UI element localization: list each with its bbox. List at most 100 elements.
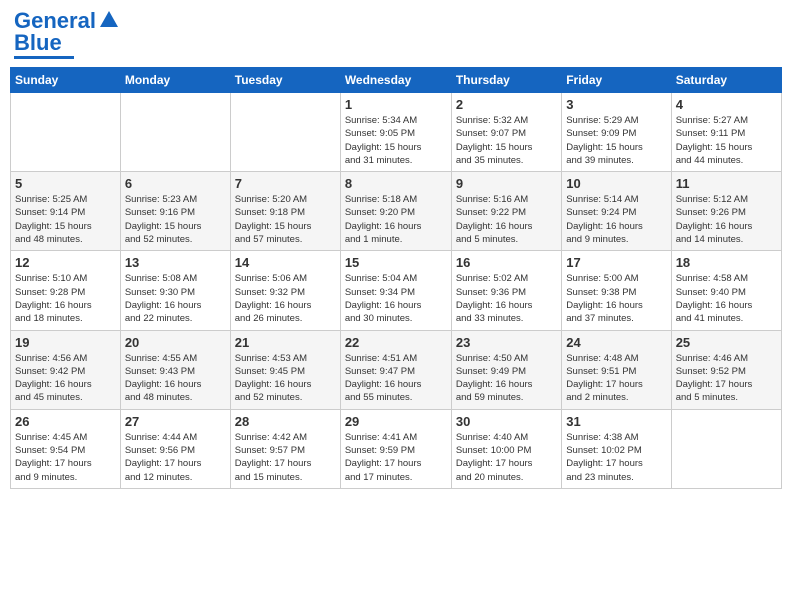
calendar-cell: [230, 93, 340, 172]
calendar-header-row: SundayMondayTuesdayWednesdayThursdayFrid…: [11, 68, 782, 93]
logo-text2: Blue: [14, 32, 62, 54]
day-info: Sunrise: 4:50 AM Sunset: 9:49 PM Dayligh…: [456, 352, 557, 405]
day-number: 6: [125, 176, 226, 191]
calendar-cell: 19 Sunrise: 4:56 AM Sunset: 9:42 PM Dayli…: [11, 330, 121, 409]
day-info: Sunrise: 5:23 AM Sunset: 9:16 PM Dayligh…: [125, 193, 226, 246]
calendar-cell: 10 Sunrise: 5:14 AM Sunset: 9:24 PM Dayli…: [562, 172, 671, 251]
calendar-cell: 3 Sunrise: 5:29 AM Sunset: 9:09 PM Daylig…: [562, 93, 671, 172]
day-info: Sunrise: 5:14 AM Sunset: 9:24 PM Dayligh…: [566, 193, 666, 246]
calendar-cell: 21 Sunrise: 4:53 AM Sunset: 9:45 PM Dayli…: [230, 330, 340, 409]
day-info: Sunrise: 4:55 AM Sunset: 9:43 PM Dayligh…: [125, 352, 226, 405]
day-number: 29: [345, 414, 447, 429]
day-info: Sunrise: 4:56 AM Sunset: 9:42 PM Dayligh…: [15, 352, 116, 405]
logo-underline: [14, 56, 74, 59]
day-number: 21: [235, 335, 336, 350]
week-row-5: 26 Sunrise: 4:45 AM Sunset: 9:54 PM Dayli…: [11, 409, 782, 488]
calendar-cell: 5 Sunrise: 5:25 AM Sunset: 9:14 PM Daylig…: [11, 172, 121, 251]
day-info: Sunrise: 4:58 AM Sunset: 9:40 PM Dayligh…: [676, 272, 777, 325]
calendar-cell: 6 Sunrise: 5:23 AM Sunset: 9:16 PM Daylig…: [120, 172, 230, 251]
calendar-cell: 27 Sunrise: 4:44 AM Sunset: 9:56 PM Dayli…: [120, 409, 230, 488]
calendar-cell: 30 Sunrise: 4:40 AM Sunset: 10:00 PM Dayl…: [451, 409, 561, 488]
day-number: 27: [125, 414, 226, 429]
day-number: 2: [456, 97, 557, 112]
calendar-cell: 7 Sunrise: 5:20 AM Sunset: 9:18 PM Daylig…: [230, 172, 340, 251]
day-number: 24: [566, 335, 666, 350]
day-number: 26: [15, 414, 116, 429]
day-number: 12: [15, 255, 116, 270]
day-number: 23: [456, 335, 557, 350]
day-number: 25: [676, 335, 777, 350]
day-number: 1: [345, 97, 447, 112]
day-number: 30: [456, 414, 557, 429]
day-info: Sunrise: 5:29 AM Sunset: 9:09 PM Dayligh…: [566, 114, 666, 167]
calendar-cell: 17Sunrise: 5:00 AM Sunset: 9:38 PM Dayli…: [562, 251, 671, 330]
day-info: Sunrise: 5:18 AM Sunset: 9:20 PM Dayligh…: [345, 193, 447, 246]
day-info: Sunrise: 4:44 AM Sunset: 9:56 PM Dayligh…: [125, 431, 226, 484]
calendar-cell: 26 Sunrise: 4:45 AM Sunset: 9:54 PM Dayli…: [11, 409, 121, 488]
calendar-cell: 28Sunrise: 4:42 AM Sunset: 9:57 PM Dayli…: [230, 409, 340, 488]
day-number: 17: [566, 255, 666, 270]
day-info: Sunrise: 5:10 AM Sunset: 9:28 PM Dayligh…: [15, 272, 116, 325]
day-info: Sunrise: 5:20 AM Sunset: 9:18 PM Dayligh…: [235, 193, 336, 246]
day-number: 16: [456, 255, 557, 270]
day-info: Sunrise: 4:51 AM Sunset: 9:47 PM Dayligh…: [345, 352, 447, 405]
calendar-cell: 16 Sunrise: 5:02 AM Sunset: 9:36 PM Dayli…: [451, 251, 561, 330]
week-row-3: 12 Sunrise: 5:10 AM Sunset: 9:28 PM Dayli…: [11, 251, 782, 330]
calendar-cell: [671, 409, 781, 488]
day-number: 3: [566, 97, 666, 112]
day-number: 4: [676, 97, 777, 112]
day-info: Sunrise: 4:38 AM Sunset: 10:02 PM Daylig…: [566, 431, 666, 484]
day-number: 22: [345, 335, 447, 350]
day-number: 10: [566, 176, 666, 191]
week-row-4: 19 Sunrise: 4:56 AM Sunset: 9:42 PM Dayli…: [11, 330, 782, 409]
day-info: Sunrise: 4:46 AM Sunset: 9:52 PM Dayligh…: [676, 352, 777, 405]
col-header-monday: Monday: [120, 68, 230, 93]
day-info: Sunrise: 4:48 AM Sunset: 9:51 PM Dayligh…: [566, 352, 666, 405]
calendar-cell: 25 Sunrise: 4:46 AM Sunset: 9:52 PM Dayli…: [671, 330, 781, 409]
calendar-cell: [120, 93, 230, 172]
day-info: Sunrise: 5:32 AM Sunset: 9:07 PM Dayligh…: [456, 114, 557, 167]
day-number: 31: [566, 414, 666, 429]
day-info: Sunrise: 5:08 AM Sunset: 9:30 PM Dayligh…: [125, 272, 226, 325]
calendar-cell: [11, 93, 121, 172]
day-info: Sunrise: 5:16 AM Sunset: 9:22 PM Dayligh…: [456, 193, 557, 246]
logo: General Blue: [14, 10, 120, 59]
day-number: 7: [235, 176, 336, 191]
col-header-thursday: Thursday: [451, 68, 561, 93]
calendar-cell: 13Sunrise: 5:08 AM Sunset: 9:30 PM Dayli…: [120, 251, 230, 330]
logo-text: General: [14, 10, 96, 32]
header: General Blue: [10, 10, 782, 59]
day-number: 5: [15, 176, 116, 191]
week-row-2: 5 Sunrise: 5:25 AM Sunset: 9:14 PM Daylig…: [11, 172, 782, 251]
day-number: 8: [345, 176, 447, 191]
calendar-cell: 14Sunrise: 5:06 AM Sunset: 9:32 PM Dayli…: [230, 251, 340, 330]
calendar-cell: 23 Sunrise: 4:50 AM Sunset: 9:49 PM Dayli…: [451, 330, 561, 409]
day-number: 19: [15, 335, 116, 350]
calendar-cell: 9Sunrise: 5:16 AM Sunset: 9:22 PM Daylig…: [451, 172, 561, 251]
day-info: Sunrise: 4:53 AM Sunset: 9:45 PM Dayligh…: [235, 352, 336, 405]
logo-icon: [98, 9, 120, 31]
day-info: Sunrise: 5:02 AM Sunset: 9:36 PM Dayligh…: [456, 272, 557, 325]
day-info: Sunrise: 5:25 AM Sunset: 9:14 PM Dayligh…: [15, 193, 116, 246]
calendar-cell: 20 Sunrise: 4:55 AM Sunset: 9:43 PM Dayli…: [120, 330, 230, 409]
day-info: Sunrise: 5:12 AM Sunset: 9:26 PM Dayligh…: [676, 193, 777, 246]
calendar-body: 1 Sunrise: 5:34 AM Sunset: 9:05 PM Daylig…: [11, 93, 782, 489]
day-number: 20: [125, 335, 226, 350]
day-number: 15: [345, 255, 447, 270]
calendar-cell: 22 Sunrise: 4:51 AM Sunset: 9:47 PM Dayli…: [340, 330, 451, 409]
day-info: Sunrise: 5:06 AM Sunset: 9:32 PM Dayligh…: [235, 272, 336, 325]
calendar-cell: 1 Sunrise: 5:34 AM Sunset: 9:05 PM Daylig…: [340, 93, 451, 172]
calendar-cell: 18Sunrise: 4:58 AM Sunset: 9:40 PM Dayli…: [671, 251, 781, 330]
day-info: Sunrise: 4:40 AM Sunset: 10:00 PM Daylig…: [456, 431, 557, 484]
day-info: Sunrise: 5:34 AM Sunset: 9:05 PM Dayligh…: [345, 114, 447, 167]
col-header-friday: Friday: [562, 68, 671, 93]
calendar-table: SundayMondayTuesdayWednesdayThursdayFrid…: [10, 67, 782, 489]
day-info: Sunrise: 5:04 AM Sunset: 9:34 PM Dayligh…: [345, 272, 447, 325]
col-header-saturday: Saturday: [671, 68, 781, 93]
week-row-1: 1 Sunrise: 5:34 AM Sunset: 9:05 PM Daylig…: [11, 93, 782, 172]
col-header-tuesday: Tuesday: [230, 68, 340, 93]
calendar-cell: 12 Sunrise: 5:10 AM Sunset: 9:28 PM Dayli…: [11, 251, 121, 330]
col-header-wednesday: Wednesday: [340, 68, 451, 93]
day-info: Sunrise: 4:45 AM Sunset: 9:54 PM Dayligh…: [15, 431, 116, 484]
day-number: 11: [676, 176, 777, 191]
